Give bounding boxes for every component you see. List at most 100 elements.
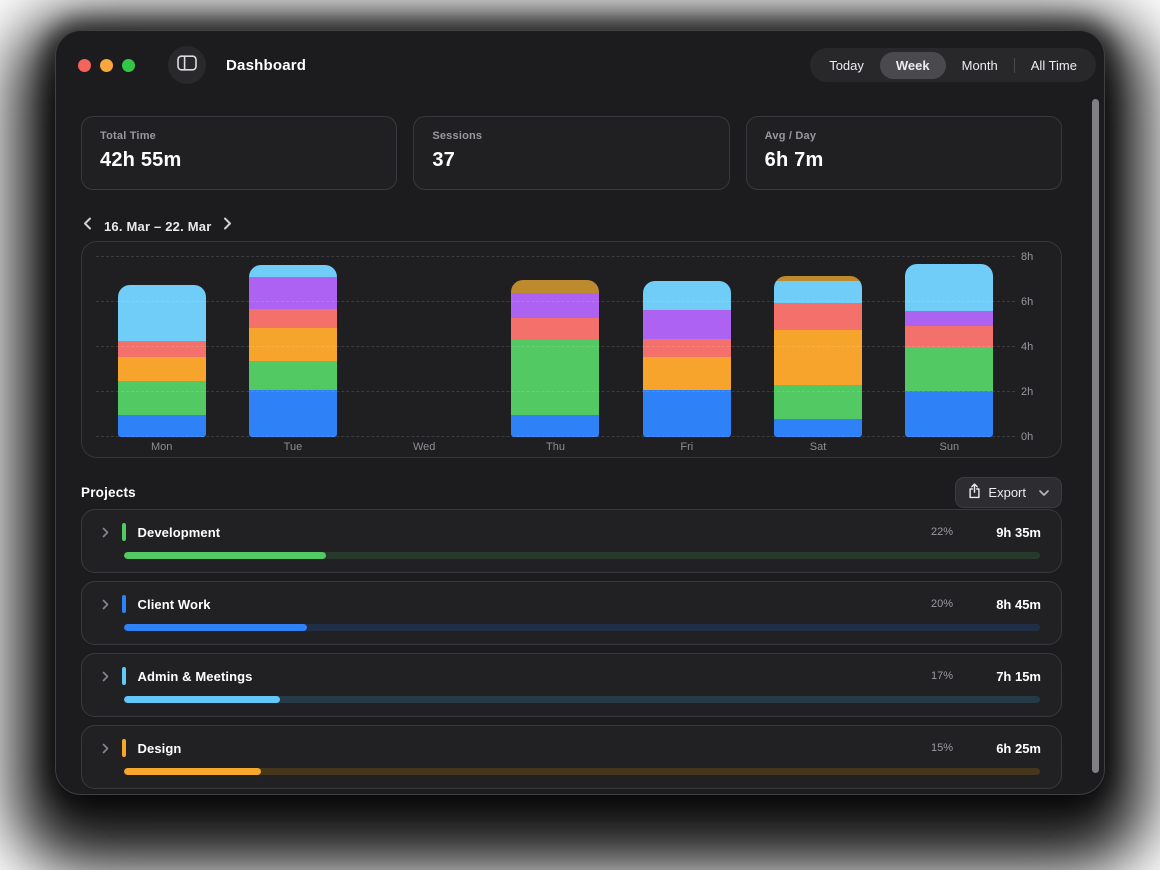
gridline bbox=[96, 346, 1015, 347]
stats-row: Total Time 42h 55m Sessions 37 Avg / Day… bbox=[81, 116, 1062, 190]
gridline bbox=[96, 391, 1015, 392]
chevron-left-icon bbox=[83, 217, 92, 235]
expand-row-button[interactable] bbox=[102, 671, 109, 682]
day-label: Wed bbox=[359, 441, 490, 453]
date-range-label: 16. Mar – 22. Mar bbox=[104, 219, 211, 234]
bar-segment-blue bbox=[511, 415, 599, 438]
bar-segment-red bbox=[774, 303, 862, 330]
day-label: Tue bbox=[227, 441, 358, 453]
bar-segment-green bbox=[249, 361, 337, 390]
bar-mon[interactable] bbox=[118, 285, 206, 437]
bar-segment-purple bbox=[905, 311, 993, 326]
chart-day-labels: MonTueWedThuFriSatSun bbox=[96, 441, 1015, 453]
project-progress bbox=[124, 624, 1040, 631]
export-button[interactable]: Export bbox=[955, 477, 1062, 508]
project-row-admin-meetings[interactable]: Admin & Meetings 17% 7h 15m bbox=[81, 653, 1062, 717]
expand-row-button[interactable] bbox=[102, 599, 109, 610]
project-progress-fill bbox=[124, 768, 261, 775]
bar-fri[interactable] bbox=[643, 281, 731, 437]
bar-segment-purple bbox=[249, 277, 337, 309]
traffic-light-zoom[interactable] bbox=[122, 59, 135, 72]
bar-segment-blue bbox=[774, 419, 862, 437]
project-time: 7h 15m bbox=[983, 669, 1041, 684]
project-row-design[interactable]: Design 15% 6h 25m bbox=[81, 725, 1062, 789]
project-color-pill bbox=[122, 595, 126, 613]
bar-segment-sky bbox=[643, 281, 731, 310]
project-progress-fill bbox=[124, 552, 326, 559]
project-time: 8h 45m bbox=[983, 597, 1041, 612]
project-progress-fill bbox=[124, 624, 307, 631]
date-range-navigator: 16. Mar – 22. Mar bbox=[81, 215, 234, 237]
titlebar: Dashboard Today Week Month All Time bbox=[56, 31, 1104, 99]
bar-segment-red bbox=[643, 339, 731, 357]
axis-tick-label: 4h bbox=[1021, 341, 1049, 353]
bar-segment-green bbox=[905, 347, 993, 391]
bar-sun[interactable] bbox=[905, 264, 993, 437]
stat-label: Total Time bbox=[100, 130, 378, 142]
sidebar-toggle-button[interactable] bbox=[168, 46, 206, 84]
bar-segment-sky bbox=[118, 285, 206, 341]
vertical-scrollbar-thumb[interactable] bbox=[1092, 99, 1099, 773]
bar-segment-blue bbox=[118, 415, 206, 438]
next-week-button[interactable] bbox=[221, 215, 234, 237]
project-progress bbox=[124, 768, 1040, 775]
bar-segment-orange bbox=[249, 328, 337, 361]
tab-month[interactable]: Month bbox=[946, 52, 1014, 79]
project-name: Design bbox=[138, 741, 182, 756]
project-color-pill bbox=[122, 523, 126, 541]
project-name: Admin & Meetings bbox=[138, 669, 253, 684]
bar-segment-gold bbox=[511, 280, 599, 294]
bar-segment-red bbox=[905, 326, 993, 347]
stat-value: 42h 55m bbox=[100, 149, 378, 172]
bar-segment-blue bbox=[905, 391, 993, 437]
bar-segment-sky bbox=[905, 264, 993, 311]
project-color-pill bbox=[122, 739, 126, 757]
axis-tick-label: 0h bbox=[1021, 431, 1049, 443]
chart-column bbox=[227, 259, 358, 437]
project-progress-fill bbox=[124, 696, 280, 703]
project-name: Development bbox=[138, 525, 221, 540]
expand-row-button[interactable] bbox=[102, 743, 109, 754]
bar-segment-sky bbox=[774, 281, 862, 304]
day-label: Sat bbox=[752, 441, 883, 453]
stat-card-total-time: Total Time 42h 55m bbox=[81, 116, 397, 190]
project-progress bbox=[124, 552, 1040, 559]
time-range-segmented-control: Today Week Month All Time bbox=[810, 48, 1096, 82]
chart-column bbox=[621, 259, 752, 437]
traffic-light-close[interactable] bbox=[78, 59, 91, 72]
project-color-pill bbox=[122, 667, 126, 685]
gridline bbox=[96, 301, 1015, 302]
project-row-client-work[interactable]: Client Work 20% 8h 45m bbox=[81, 581, 1062, 645]
chevron-down-icon bbox=[1039, 490, 1049, 496]
bar-segment-red bbox=[511, 318, 599, 341]
chart-card: MonTueWedThuFriSatSun 0h2h4h6h8h bbox=[81, 241, 1062, 458]
day-label: Mon bbox=[96, 441, 227, 453]
gridline bbox=[96, 436, 1015, 437]
project-row-development[interactable]: Development 22% 9h 35m bbox=[81, 509, 1062, 573]
tab-today[interactable]: Today bbox=[813, 52, 880, 79]
project-time: 9h 35m bbox=[983, 525, 1041, 540]
bar-segment-green bbox=[118, 381, 206, 415]
bar-segment-purple bbox=[643, 310, 731, 339]
tab-week[interactable]: Week bbox=[880, 52, 946, 79]
bar-segment-orange bbox=[774, 330, 862, 385]
chart-column bbox=[884, 259, 1015, 437]
chart-column bbox=[752, 259, 883, 437]
day-label: Fri bbox=[621, 441, 752, 453]
project-percent: 20% bbox=[931, 598, 953, 610]
bar-tue[interactable] bbox=[249, 265, 337, 437]
prev-week-button[interactable] bbox=[81, 215, 94, 237]
bar-segment-blue bbox=[643, 390, 731, 437]
tab-all-time[interactable]: All Time bbox=[1015, 52, 1093, 79]
project-progress bbox=[124, 696, 1040, 703]
traffic-light-minimize[interactable] bbox=[100, 59, 113, 72]
expand-row-button[interactable] bbox=[102, 527, 109, 538]
bar-thu[interactable] bbox=[511, 280, 599, 438]
day-label: Thu bbox=[490, 441, 621, 453]
bar-segment-red bbox=[249, 309, 337, 328]
stat-label: Avg / Day bbox=[765, 130, 1043, 142]
gridline bbox=[96, 256, 1015, 257]
axis-tick-label: 8h bbox=[1021, 251, 1049, 263]
chart-plot bbox=[96, 259, 1015, 437]
export-button-label: Export bbox=[988, 485, 1026, 500]
